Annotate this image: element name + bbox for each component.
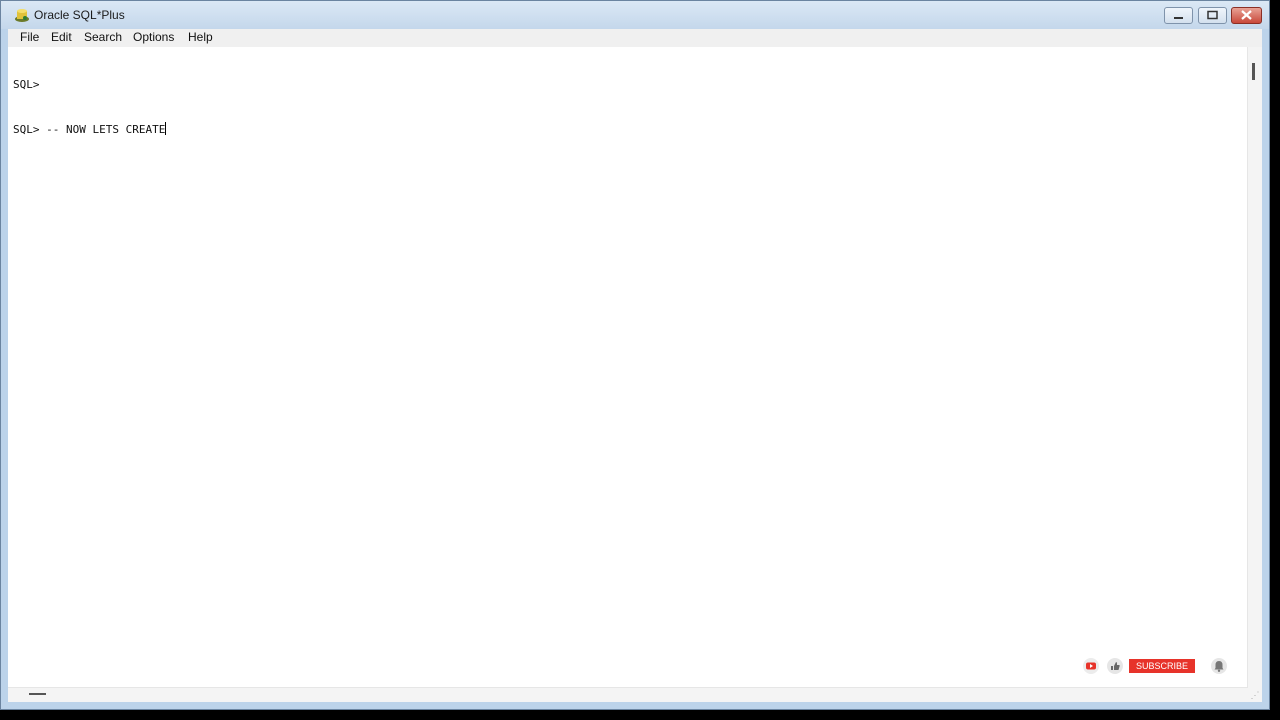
console-output[interactable]: SQL> SQL> -- NOW LETS CREATE [13,47,1242,167]
subscribe-button[interactable]: SUBSCRIBE [1129,659,1195,673]
console-area[interactable]: SQL> SQL> -- NOW LETS CREATE ⋰ [8,47,1262,702]
horizontal-scroll-thumb[interactable] [29,693,46,695]
maximize-button[interactable] [1198,7,1227,24]
close-button[interactable] [1231,7,1262,24]
sqlplus-app-icon [15,9,29,22]
thumbs-up-icon[interactable] [1107,658,1123,674]
menu-options[interactable]: Options [133,30,174,44]
resize-grip-icon[interactable]: ⋰ [1248,688,1262,702]
console-line-current: SQL> -- NOW LETS CREATE [13,122,1242,137]
window-title: Oracle SQL*Plus [34,8,125,22]
minimize-icon [1174,17,1183,19]
title-bar[interactable]: Oracle SQL*Plus [1,1,1269,29]
bell-icon[interactable] [1211,658,1227,674]
text-cursor [165,122,167,135]
menu-search[interactable]: Search [84,30,122,44]
vertical-scroll-thumb[interactable] [1252,63,1255,80]
vertical-scrollbar[interactable] [1247,47,1262,688]
menu-file[interactable]: File [20,30,39,44]
horizontal-scrollbar[interactable] [8,687,1248,702]
menu-help[interactable]: Help [188,30,213,44]
minimize-button[interactable] [1164,7,1193,24]
console-line: SQL> [13,78,40,91]
sqlplus-window: Oracle SQL*Plus File Edit Search Options… [0,0,1270,710]
play-icon [1086,662,1096,670]
youtube-logo-icon[interactable] [1083,658,1099,674]
close-icon [1241,10,1252,20]
console-line-text: SQL> -- NOW LETS CREATE [13,123,166,136]
menu-edit[interactable]: Edit [51,30,72,44]
menu-bar: File Edit Search Options Help [8,29,1262,47]
maximize-icon [1207,10,1218,20]
youtube-overlay: SUBSCRIBE [1083,657,1243,675]
